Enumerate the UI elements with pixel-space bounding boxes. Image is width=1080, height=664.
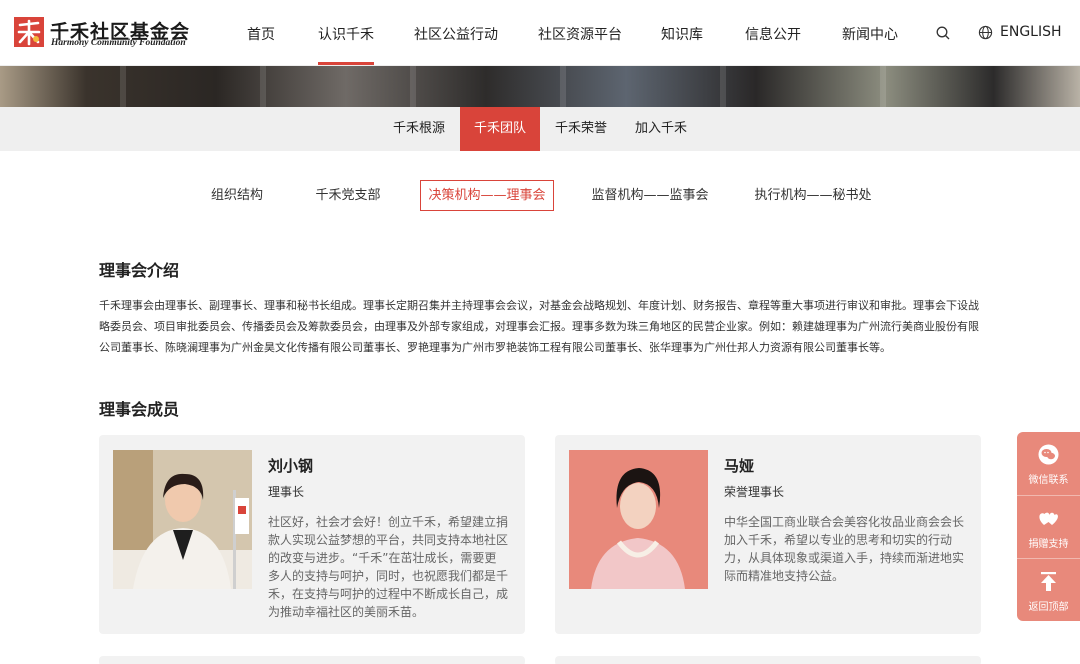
nav-item-knowledge-base[interactable]: 知识库 [661,24,703,44]
float-donate-label: 捐赠支持 [1028,539,1069,550]
nav-item-community-action[interactable]: 社区公益行动 [414,24,498,44]
logo-english-name: Harmony Community Foundation [51,38,186,48]
member-name: 刘小钢 [268,457,314,475]
subtab-origin[interactable]: 千禾根源 [380,107,458,151]
org-tab-board[interactable]: 决策机构——理事会 [420,180,554,211]
back-to-top-icon [1041,572,1056,591]
logo-mark-icon [14,17,44,47]
org-tab-party-branch[interactable]: 千禾党支部 [305,180,391,211]
member-card: 马娅 荣誉理事长 中华全国工商业联合会美容化妆品业商会会长加入千禾，希望以专业的… [555,435,981,634]
nav-item-resource-platform[interactable]: 社区资源平台 [538,24,622,44]
donate-hearts-icon [1039,512,1058,525]
member-name: 马娅 [724,457,755,475]
wechat-icon [1038,444,1059,465]
floating-side-menu: 微信联系 捐赠支持 返回顶部 [1017,432,1080,621]
float-wechat-label: 微信联系 [1028,475,1069,486]
nav-item-home[interactable]: 首页 [247,24,275,44]
member-role: 理事长 [268,485,305,499]
site-header: 千禾社区基金会 Harmony Community Foundation 首页 … [0,0,1080,66]
language-label: ENGLISH [1000,24,1062,40]
member-role: 荣誉理事长 [724,485,785,499]
org-tab-structure[interactable]: 组织结构 [198,180,276,211]
section-subnav: 千禾根源 千禾团队 千禾荣誉 加入千禾 [0,107,1080,151]
search-icon[interactable] [936,26,950,40]
member-description: 中华全国工商业联合会美容化妆品业商会会长加入千禾，希望以专业的思考和切实的行动力… [724,515,965,583]
board-intro-text: 千禾理事会由理事长、副理事长、理事和秘书长组成。理事长定期召集并主持理事会会议，… [99,299,979,354]
member-photo [113,450,252,589]
nav-item-news[interactable]: 新闻中心 [842,24,898,44]
subtab-join[interactable]: 加入千禾 [622,107,700,151]
member-description: 社区好，社会才会好！创立千禾，希望建立捐款人实现公益梦想的平台，共同支持本地社区… [268,515,509,619]
member-photo [569,450,708,589]
float-donate-button[interactable]: 捐赠支持 [1017,495,1080,558]
board-intro-title: 理事会介绍 [99,261,180,280]
globe-icon [978,25,993,40]
org-tab-supervisors[interactable]: 监督机构——监事会 [584,180,716,211]
board-members-title: 理事会成员 [99,400,180,419]
member-card: 刘小钢 理事长 社区好，社会才会好！创立千禾，希望建立捐款人实现公益梦想的平台，… [99,435,525,634]
subtab-team[interactable]: 千禾团队 [460,107,540,151]
float-back-to-top-label: 返回顶部 [1028,602,1069,613]
float-back-to-top-button[interactable]: 返回顶部 [1017,558,1080,621]
site-logo[interactable]: 千禾社区基金会 Harmony Community Foundation [14,17,214,51]
member-card [99,656,525,664]
subtab-honors[interactable]: 千禾荣誉 [541,107,621,151]
org-tab-secretariat[interactable]: 执行机构——秘书处 [747,180,879,211]
float-wechat-button[interactable]: 微信联系 [1017,432,1080,495]
nav-item-about[interactable]: 认识千禾 [318,24,374,65]
hero-banner-image [0,66,1080,107]
nav-item-disclosure[interactable]: 信息公开 [745,24,801,44]
member-card [555,656,981,664]
